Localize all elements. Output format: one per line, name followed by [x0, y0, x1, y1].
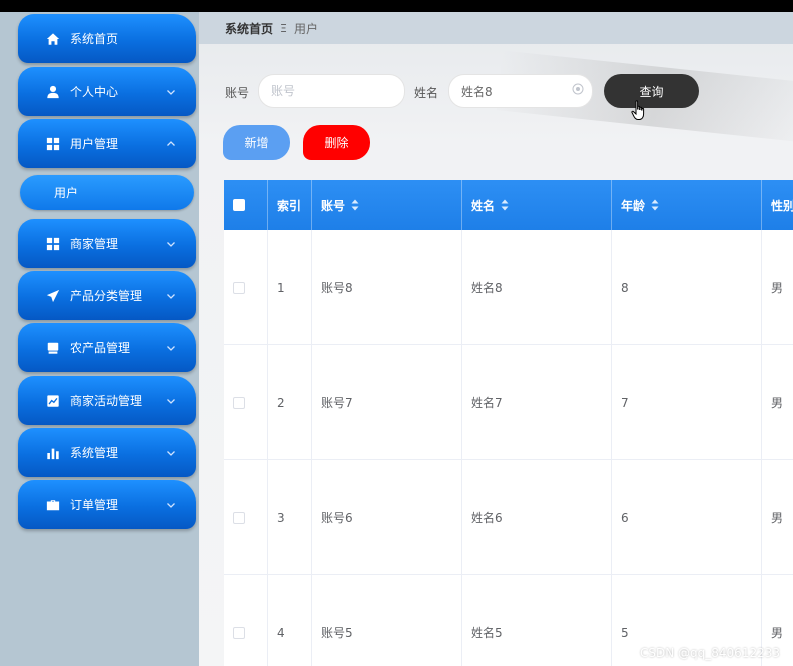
column-header-gender[interactable]: 性别	[762, 180, 793, 230]
column-header-age[interactable]: 年龄	[612, 180, 762, 230]
chevron-down-icon	[166, 238, 176, 248]
column-header-label: 姓名	[471, 198, 496, 213]
row-checkbox[interactable]	[233, 511, 245, 524]
grid-icon	[46, 137, 60, 151]
breadcrumb: 系统首页 Ξ 用户	[199, 12, 793, 44]
cell-gender: 男	[771, 511, 784, 525]
grid-icon	[46, 237, 60, 251]
name-label: 姓名	[414, 86, 439, 100]
select-all-checkbox[interactable]	[233, 199, 245, 211]
sidebar-item-merchant-management[interactable]: 商家管理	[18, 219, 196, 268]
cell-name: 姓名7	[462, 345, 612, 460]
sidebar-item-personal-center[interactable]: 个人中心	[18, 67, 196, 116]
sidebar-item-label: 系统首页	[70, 32, 119, 46]
user-icon	[46, 85, 60, 99]
sidebar-item-user-management[interactable]: 用户管理	[18, 119, 196, 168]
chevron-down-icon	[166, 447, 176, 457]
sidebar-item-label: 系统管理	[70, 446, 119, 460]
table-row[interactable]: 1 账号8 姓名8 8 男	[224, 230, 793, 345]
sidebar-subitem-label: 用户	[54, 186, 79, 200]
column-header-label: 年龄	[621, 198, 646, 213]
table-header: 索引 账号 姓名 年龄 性别	[224, 180, 793, 230]
cell-name: 姓名8	[462, 230, 612, 345]
cell-index: 2	[268, 345, 312, 460]
row-checkbox[interactable]	[233, 281, 245, 294]
bar-chart-icon	[46, 446, 60, 460]
cell-account: 账号7	[312, 345, 462, 460]
sort-icon[interactable]	[501, 199, 509, 211]
sidebar-item-label: 农产品管理	[70, 341, 131, 355]
hand-cursor-icon	[631, 100, 647, 122]
chevron-down-icon	[166, 290, 176, 300]
sort-icon[interactable]	[351, 199, 359, 211]
row-select-cell[interactable]	[224, 345, 268, 460]
row-select-cell[interactable]	[224, 230, 268, 345]
sidebar-item-label: 商家活动管理	[70, 394, 143, 408]
account-input[interactable]	[258, 74, 405, 108]
cell-account: 账号8	[312, 230, 462, 345]
chevron-down-icon	[166, 342, 176, 352]
chevron-down-icon	[166, 86, 176, 96]
sidebar-item-label: 订单管理	[70, 498, 119, 512]
sidebar-item-product-category[interactable]: 产品分类管理	[18, 271, 196, 320]
breadcrumb-current: 用户	[293, 21, 318, 36]
cell-age: 6	[612, 460, 762, 575]
chart-icon	[46, 394, 60, 408]
cell-gender: 男	[771, 396, 784, 410]
main-content: 系统首页 Ξ 用户 账号 姓名 查询 新增 删除 索引 账号 姓名	[199, 12, 793, 666]
home-icon	[46, 32, 60, 46]
sidebar-subitem-user[interactable]: 用户	[20, 175, 194, 210]
chevron-down-icon	[166, 499, 176, 509]
cell-age: 7	[612, 345, 762, 460]
monitor-icon	[46, 341, 60, 355]
cell-account: 账号5	[312, 575, 462, 666]
sidebar-item-label: 用户管理	[70, 137, 119, 151]
briefcase-icon	[46, 498, 60, 512]
header-select-all[interactable]	[224, 180, 268, 230]
sidebar-item-label: 产品分类管理	[70, 289, 143, 303]
cell-account: 账号6	[312, 460, 462, 575]
sidebar-item-agri-product[interactable]: 农产品管理	[18, 323, 196, 372]
row-checkbox[interactable]	[233, 396, 245, 409]
row-select-cell[interactable]	[224, 460, 268, 575]
sidebar-item-system-management[interactable]: 系统管理	[18, 428, 196, 477]
breadcrumb-home[interactable]: 系统首页	[225, 20, 273, 37]
sort-icon[interactable]	[651, 199, 659, 211]
sidebar-item-merchant-activity[interactable]: 商家活动管理	[18, 376, 196, 425]
delete-button[interactable]: 删除	[303, 125, 370, 160]
clear-icon[interactable]	[572, 83, 584, 95]
sidebar-item-label: 商家管理	[70, 237, 119, 251]
chevron-down-icon	[166, 395, 176, 405]
chevron-up-icon	[166, 138, 176, 148]
cell-name: 姓名6	[462, 460, 612, 575]
watermark: CSDN @qq_840612233	[640, 646, 780, 660]
cell-index: 3	[268, 460, 312, 575]
send-icon	[46, 289, 60, 303]
table-row[interactable]: 2 账号7 姓名7 7 男	[224, 345, 793, 460]
sidebar-item-label: 个人中心	[70, 85, 119, 99]
user-table: 索引 账号 姓名 年龄 性别 1 账号8 姓名8 8 男 2 账号7 姓名7 7…	[224, 180, 793, 666]
column-header-label: 索引	[277, 198, 302, 213]
cell-name: 姓名5	[462, 575, 612, 666]
table-row[interactable]: 3 账号6 姓名6 6 男	[224, 460, 793, 575]
account-label: 账号	[225, 86, 250, 100]
cell-index: 1	[268, 230, 312, 345]
sidebar-item-order-management[interactable]: 订单管理	[18, 480, 196, 529]
query-button[interactable]: 查询	[604, 74, 699, 108]
row-select-cell[interactable]	[224, 575, 268, 666]
sidebar: 系统首页 个人中心 用户管理 用户 商家管理 产品分类管理 农产品管理 商家活动…	[0, 12, 199, 666]
column-header-index: 索引	[268, 180, 312, 230]
breadcrumb-separator: Ξ	[280, 21, 287, 35]
cell-age: 8	[612, 230, 762, 345]
column-header-name[interactable]: 姓名	[462, 180, 612, 230]
row-checkbox[interactable]	[233, 626, 245, 639]
add-button[interactable]: 新增	[223, 125, 290, 160]
cell-gender: 男	[771, 281, 784, 295]
cell-index: 4	[268, 575, 312, 666]
sidebar-item-home[interactable]: 系统首页	[18, 14, 196, 63]
column-header-label: 账号	[321, 198, 346, 213]
column-header-account[interactable]: 账号	[312, 180, 462, 230]
column-header-label: 性别	[771, 198, 793, 213]
top-strip	[0, 0, 793, 12]
